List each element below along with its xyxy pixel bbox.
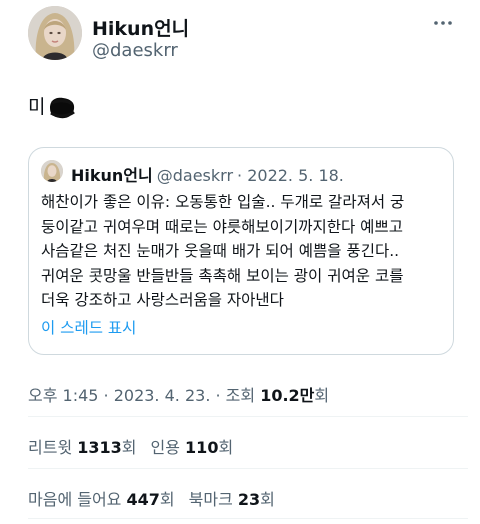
tweet-timestamp: 오후 1:45 · 2023. 4. 23. · 조회 10.2만회 bbox=[28, 382, 329, 406]
avatar[interactable] bbox=[28, 6, 82, 60]
retweets-suffix: 회 bbox=[121, 438, 137, 457]
retweets-label: 리트윗 bbox=[28, 438, 78, 457]
quotes-stat[interactable]: 인용 110회 bbox=[151, 438, 234, 457]
quoted-display-name[interactable]: Hikun언니 bbox=[71, 166, 153, 185]
tweet-text-content: 미 bbox=[28, 96, 46, 118]
likes-bookmarks-stats: 마음에 들어요 447회 북마크 23회 bbox=[28, 486, 275, 510]
quotes-label: 인용 bbox=[150, 438, 186, 457]
redaction-scribble bbox=[47, 95, 77, 121]
quoted-tweet-meta: Hikun언니 @daeskrr · 2022. 5. 18. bbox=[71, 162, 344, 186]
show-thread-link[interactable]: 이 스레드 표시 bbox=[41, 316, 136, 338]
views-count: 10.2만 bbox=[260, 386, 315, 405]
likes-count: 447 bbox=[126, 490, 160, 509]
quoted-text-line: 더욱 강조하고 사랑스러움을 자아낸다 bbox=[41, 291, 284, 309]
tweet-text: 미 bbox=[28, 92, 77, 121]
quoted-text-line: 해찬이가 좋은 이유: 오동통한 입술.. 두개로 갈라져서 궁 bbox=[41, 193, 405, 211]
avatar-image bbox=[28, 6, 82, 60]
quotes-suffix: 회 bbox=[218, 438, 234, 457]
bookmarks-stat[interactable]: 북마크 23회 bbox=[189, 490, 275, 509]
bookmarks-label: 북마크 bbox=[188, 490, 238, 509]
quoted-text-line: 사슴같은 처진 눈매가 웃을때 배가 되어 예쁨을 풍긴다.. bbox=[41, 242, 400, 260]
retweets-count: 1313 bbox=[77, 438, 122, 457]
quoted-text-line: 둥이같고 귀여우며 때로는 야릇해보이기까지한다 예쁘고 bbox=[41, 217, 403, 236]
likes-label: 마음에 들어요 bbox=[28, 490, 127, 509]
likes-stat[interactable]: 마음에 들어요 447회 bbox=[28, 490, 175, 509]
views-suffix: 회 bbox=[314, 386, 330, 405]
quoted-date[interactable]: · 2022. 5. 18. bbox=[237, 166, 344, 185]
quotes-count: 110 bbox=[185, 438, 219, 457]
quoted-handle[interactable]: @daeskrr bbox=[157, 166, 233, 185]
likes-suffix: 회 bbox=[159, 490, 175, 509]
tweet-header: Hikun언니 @daeskrr bbox=[28, 6, 468, 66]
quoted-tweet-card[interactable]: Hikun언니 @daeskrr · 2022. 5. 18. 해찬이가 좋은 이유… bbox=[28, 147, 454, 355]
quoted-text-line: 귀여운 콧망울 반들반들 촉촉해 보이는 광이 귀여운 코를 bbox=[41, 266, 404, 285]
more-horizontal-icon[interactable] bbox=[432, 12, 454, 34]
divider bbox=[28, 416, 468, 417]
display-name[interactable]: Hikun언니 bbox=[92, 14, 189, 41]
time-date-text[interactable]: 오후 1:45 · 2023. 4. 23. · 조회 bbox=[28, 386, 260, 405]
user-handle[interactable]: @daeskrr bbox=[92, 40, 178, 61]
retweets-stat[interactable]: 리트윗 1313회 bbox=[28, 438, 137, 457]
quoted-tweet-text: 해찬이가 좋은 이유: 오동통한 입술.. 두개로 갈라져서 궁 둥이같고 귀여… bbox=[41, 190, 453, 313]
bookmarks-suffix: 회 bbox=[260, 490, 275, 509]
bookmarks-count: 23 bbox=[237, 490, 261, 509]
divider bbox=[28, 468, 468, 469]
quoted-avatar[interactable] bbox=[41, 160, 63, 182]
divider bbox=[28, 518, 468, 519]
retweet-quote-stats: 리트윗 1313회 인용 110회 bbox=[28, 434, 233, 458]
